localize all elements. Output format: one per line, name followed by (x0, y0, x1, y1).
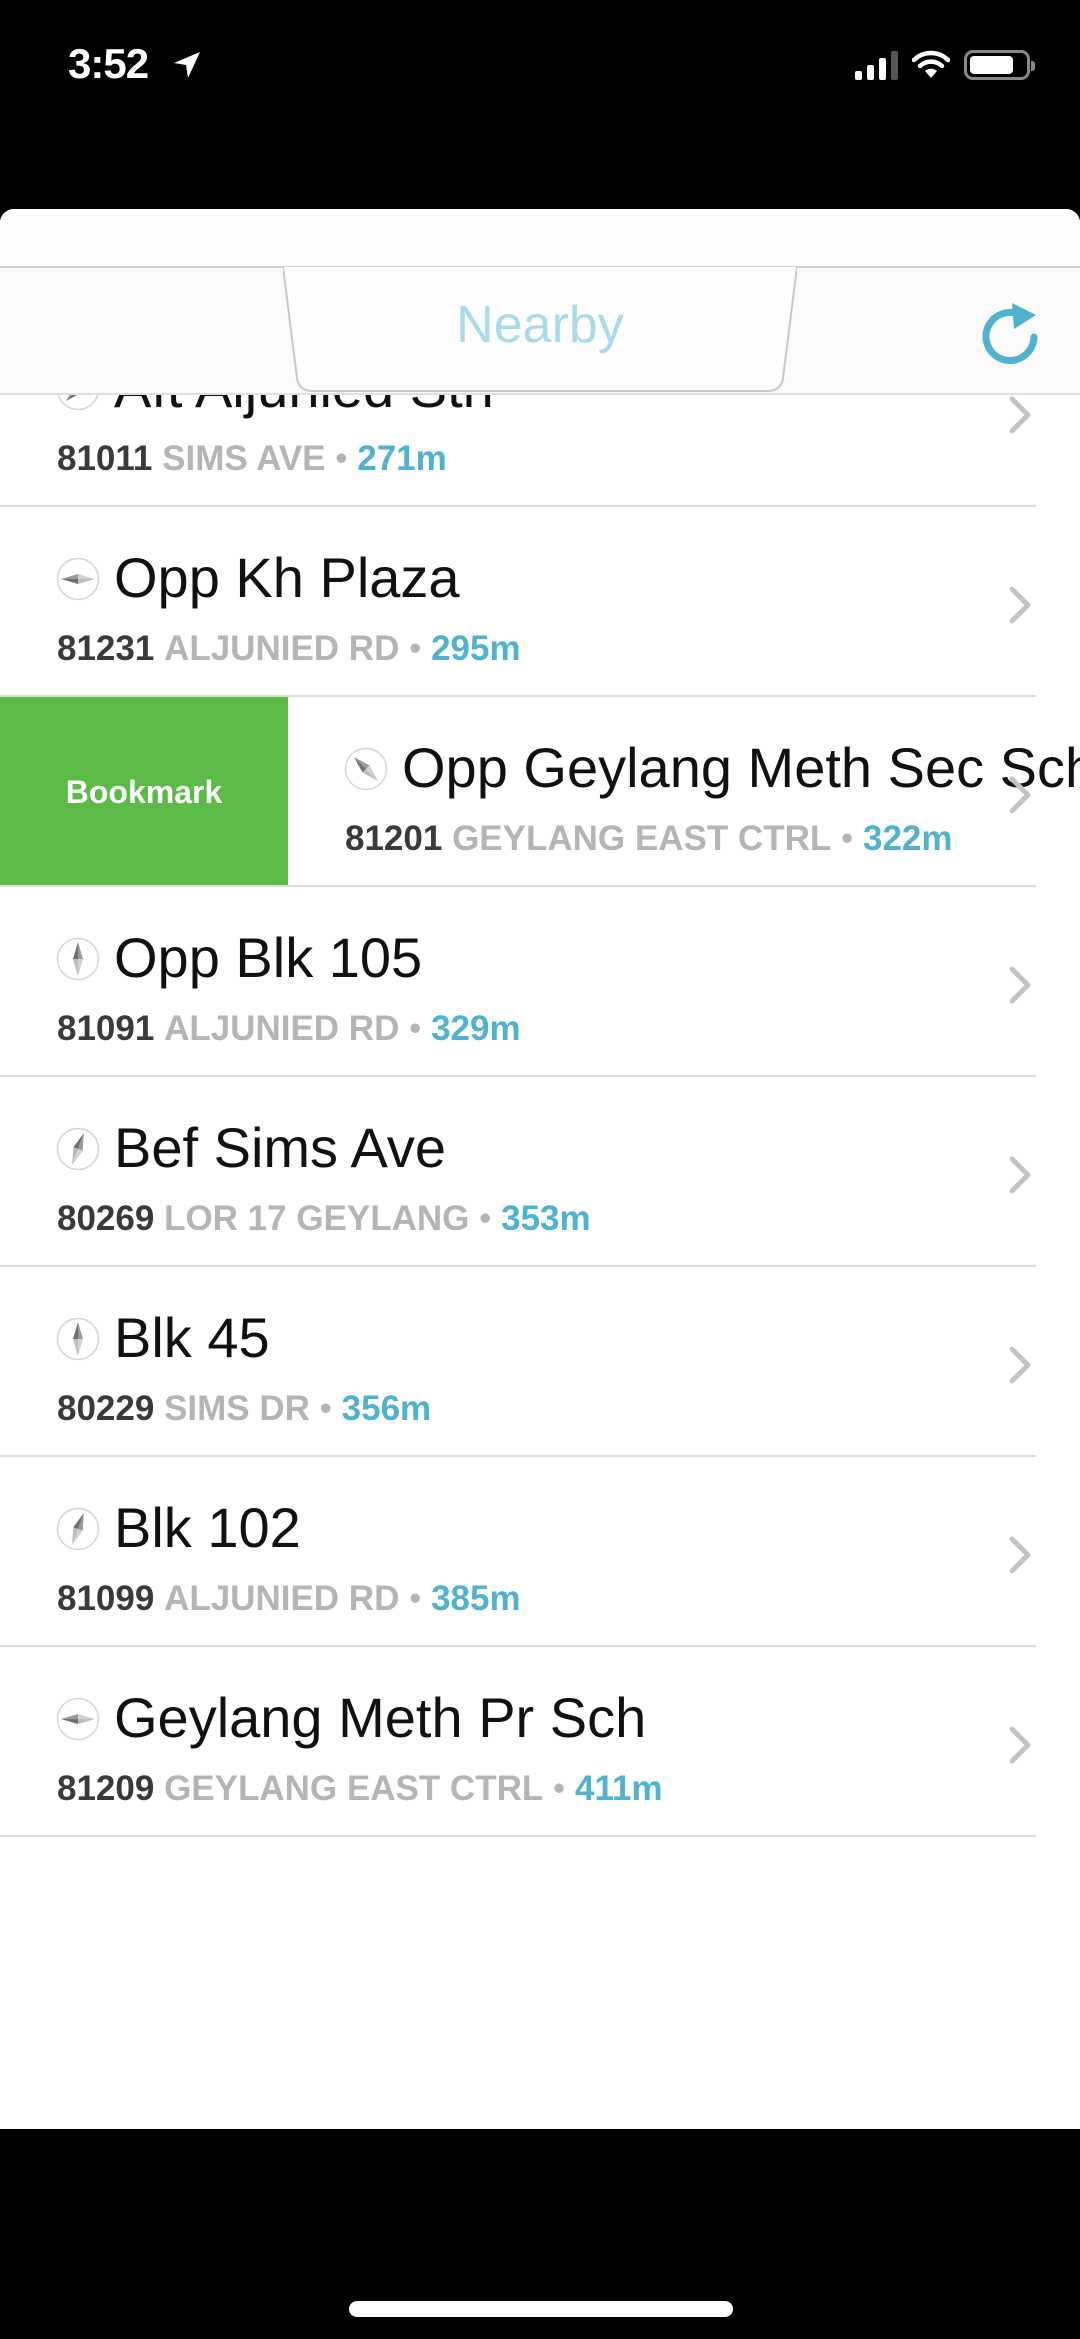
status-bar: 3:52 (0, 0, 1080, 140)
chevron-right-icon (1009, 1346, 1031, 1384)
stop-road: GEYLANG EAST CTRL (452, 819, 832, 858)
separator-dot: • (552, 1769, 566, 1808)
stop-row-content[interactable]: Opp Kh Plaza 81231 ALJUNIED RD • 295m (0, 507, 1080, 697)
stop-road: GEYLANG EAST CTRL (164, 1769, 544, 1808)
stop-name: Blk 45 (114, 1306, 270, 1369)
row-divider (0, 1835, 1036, 1837)
stop-code: 81099 (57, 1579, 155, 1618)
stop-code: 81209 (57, 1769, 155, 1808)
stop-meta: 80269 LOR 17 GEYLANG • 353m (57, 1199, 591, 1239)
compass-bearing-icon (56, 1317, 100, 1361)
stop-meta: 81201 GEYLANG EAST CTRL • 322m (345, 819, 953, 859)
stop-row-content[interactable]: Opp Geylang Meth Sec Sch 81201 GEYLANG EA… (288, 697, 1080, 887)
separator-dot: • (409, 1009, 422, 1048)
status-time: 3:52 (68, 40, 149, 87)
stop-row-content[interactable]: Aft Aljunied Stn 81011 SIMS AVE • 271m (0, 395, 1080, 507)
stop-road: LOR 17 GEYLANG (164, 1199, 470, 1238)
chevron-right-icon (1009, 966, 1031, 1004)
stop-meta: 81011 SIMS AVE • 271m (57, 439, 447, 479)
separator-dot: • (409, 629, 422, 668)
location-arrow-icon (174, 52, 200, 78)
chevron-right-icon (1009, 1726, 1031, 1764)
compass-bearing-icon (56, 557, 100, 601)
stop-distance: 385m (431, 1579, 521, 1618)
compass-bearing-icon (344, 747, 388, 791)
stop-name: Opp Kh Plaza (114, 546, 460, 609)
stop-row-content[interactable]: Geylang Meth Pr Sch 81209 GEYLANG EAST CT… (0, 1647, 1080, 1837)
stop-name: Blk 102 (114, 1496, 301, 1559)
stop-row[interactable]: Opp Kh Plaza 81231 ALJUNIED RD • 295m (0, 507, 1080, 697)
stop-code: 80269 (57, 1199, 155, 1238)
separator-dot: • (840, 819, 854, 858)
stop-code: 81091 (57, 1009, 155, 1048)
refresh-icon[interactable] (976, 295, 1046, 365)
compass-bearing-icon (56, 937, 100, 981)
stop-meta: 81231 ALJUNIED RD • 295m (57, 629, 521, 669)
stop-row-content[interactable]: Blk 45 80229 SIMS DR • 356m (0, 1267, 1080, 1457)
stop-name: Opp Blk 105 (114, 926, 423, 989)
stop-name: Aft Aljunied Stn (114, 395, 494, 420)
cellular-signal-icon (855, 50, 898, 80)
stop-distance: 329m (431, 1009, 521, 1048)
stop-distance: 356m (341, 1389, 432, 1428)
stop-code: 80229 (57, 1389, 155, 1428)
stop-row-content[interactable]: Bef Sims Ave 80269 LOR 17 GEYLANG • 353m (0, 1077, 1080, 1267)
stop-road: ALJUNIED RD (164, 629, 400, 668)
stop-distance: 271m (357, 439, 447, 478)
stop-distance: 353m (501, 1199, 591, 1238)
stop-code: 81011 (57, 439, 153, 478)
compass-bearing-icon (56, 1127, 100, 1171)
stop-list[interactable]: Aft Aljunied Stn 81011 SIMS AVE • 271m Opp… (0, 395, 1080, 2129)
stop-code: 81201 (345, 819, 443, 858)
stop-code: 81231 (57, 629, 155, 668)
stop-name: Geylang Meth Pr Sch (114, 1686, 647, 1749)
stop-row[interactable]: Bef Sims Ave 80269 LOR 17 GEYLANG • 353m (0, 1077, 1080, 1267)
stop-meta: 81091 ALJUNIED RD • 329m (57, 1009, 521, 1049)
stop-row-content[interactable]: Opp Blk 105 81091 ALJUNIED RD • 329m (0, 887, 1080, 1077)
separator-dot: • (319, 1389, 332, 1428)
chevron-right-icon (1009, 586, 1031, 624)
compass-bearing-icon (56, 1697, 100, 1741)
stop-distance: 411m (574, 1769, 663, 1808)
page-title: Nearby (456, 296, 624, 354)
stop-road: ALJUNIED RD (164, 1579, 400, 1618)
stop-meta: 81099 ALJUNIED RD • 385m (57, 1579, 521, 1619)
app-sheet: Nearby Aft Aljunied Stn 81011 SIMS AVE • … (0, 209, 1080, 2129)
chevron-right-icon (1009, 776, 1031, 814)
chevron-right-icon (1009, 1156, 1031, 1194)
bookmark-action-button[interactable]: Bookmark (0, 697, 288, 887)
status-icons (855, 50, 1035, 80)
battery-icon (964, 50, 1035, 80)
stop-name: Opp Geylang Meth Sec Sch (402, 736, 1080, 799)
separator-dot: • (335, 439, 348, 478)
chevron-right-icon (1009, 1536, 1031, 1574)
stop-row[interactable]: Aft Aljunied Stn 81011 SIMS AVE • 271m (0, 395, 1080, 507)
compass-bearing-icon (57, 395, 99, 411)
stop-row[interactable]: Blk 102 81099 ALJUNIED RD • 385m (0, 1457, 1080, 1647)
separator-dot: • (409, 1579, 422, 1618)
stop-row[interactable]: Bookmark Opp Geylang Meth Sec Sch 81201 GE… (0, 697, 1080, 887)
stop-name: Bef Sims Ave (114, 1116, 447, 1179)
stop-row[interactable]: Blk 45 80229 SIMS DR • 356m (0, 1267, 1080, 1457)
stop-meta: 81209 GEYLANG EAST CTRL • 411m (57, 1769, 663, 1809)
stop-road: SIMS AVE (162, 439, 326, 478)
stop-road: ALJUNIED RD (164, 1009, 400, 1048)
separator-dot: • (479, 1199, 492, 1238)
stop-row-content[interactable]: Blk 102 81099 ALJUNIED RD • 385m (0, 1457, 1080, 1647)
stop-distance: 295m (431, 629, 521, 668)
compass-bearing-icon (56, 1507, 100, 1551)
stop-row[interactable]: Opp Blk 105 81091 ALJUNIED RD • 329m (0, 887, 1080, 1077)
nav-header: Nearby (0, 209, 1080, 395)
stop-row[interactable]: Geylang Meth Pr Sch 81209 GEYLANG EAST CT… (0, 1647, 1080, 1837)
home-indicator[interactable] (349, 2301, 733, 2317)
stop-meta: 80229 SIMS DR • 356m (57, 1389, 431, 1429)
stop-road: SIMS DR (164, 1389, 310, 1428)
wifi-icon (912, 50, 950, 78)
chevron-right-icon (1009, 396, 1031, 434)
stop-distance: 322m (862, 819, 953, 858)
